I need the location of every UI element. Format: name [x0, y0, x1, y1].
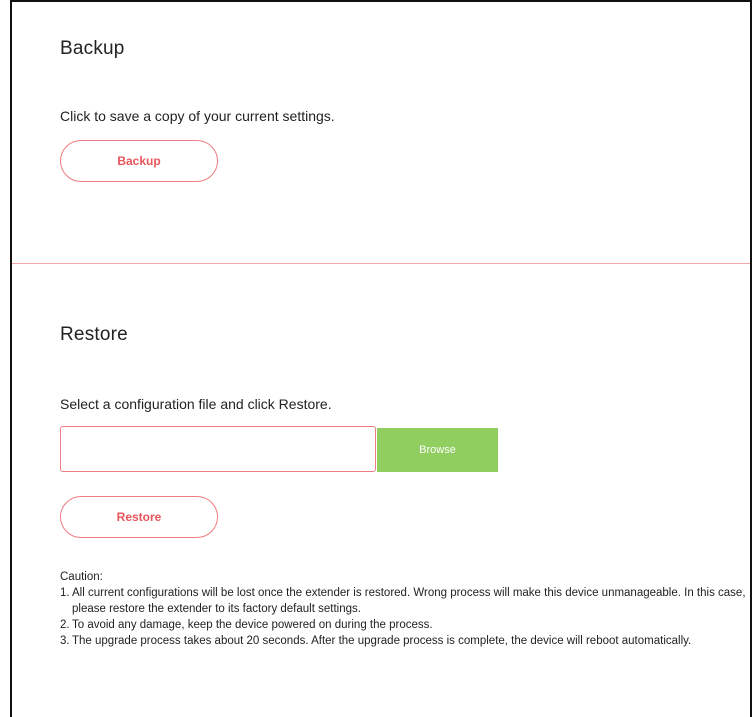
caution-number: 1. [60, 587, 70, 599]
restore-description: Select a configuration file and click Re… [60, 396, 332, 412]
config-file-input[interactable] [60, 426, 376, 472]
restore-section-title: Restore [60, 324, 128, 345]
backup-description: Click to save a copy of your current set… [60, 108, 335, 124]
caution-text: To avoid any damage, keep the device pow… [72, 619, 433, 631]
caution-heading: Caution: [60, 571, 103, 583]
caution-text: The upgrade process takes about 20 secon… [72, 635, 692, 647]
caution-notes: Caution: 1. All current configurations w… [60, 569, 750, 649]
caution-number: 2. [60, 619, 70, 631]
restore-button[interactable]: Restore [60, 496, 218, 538]
browse-button[interactable]: Browse [377, 428, 498, 472]
caution-item: 2. To avoid any damage, keep the device … [60, 617, 750, 633]
caution-text: All current configurations will be lost … [72, 587, 746, 615]
section-divider [12, 263, 750, 264]
caution-item: 1. All current configurations will be lo… [60, 585, 750, 617]
caution-item: 3. The upgrade process takes about 20 se… [60, 633, 750, 649]
backup-section-title: Backup [60, 38, 125, 59]
settings-panel: Backup Click to save a copy of your curr… [10, 0, 752, 717]
backup-button[interactable]: Backup [60, 140, 218, 182]
caution-number: 3. [60, 635, 70, 647]
